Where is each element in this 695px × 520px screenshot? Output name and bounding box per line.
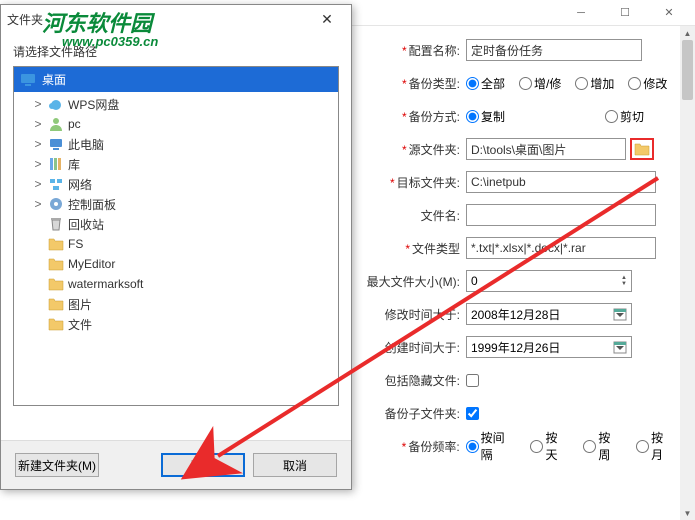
dialog-close-button[interactable]: ✕ <box>309 7 345 31</box>
folder-icon <box>48 296 64 312</box>
folder-tree[interactable]: 桌面 >WPS网盘>pc>此电脑>库>网络>控制面板回收站FSMyEditorw… <box>13 66 339 406</box>
folder-icon <box>48 236 64 252</box>
expand-icon[interactable]: > <box>32 197 44 211</box>
config-form: *配置名称: *备份类型: 全部 增/修 增加 修改 *备份方式: 复制 剪切 … <box>360 30 695 520</box>
backup-type-label: *备份类型: <box>364 75 460 92</box>
maximize-button[interactable]: ☐ <box>603 0 647 26</box>
radio-day[interactable]: 按天 <box>530 429 569 463</box>
tree-item[interactable]: FS <box>14 234 338 254</box>
tree-item[interactable]: > 网络 <box>14 174 338 194</box>
config-name-label: *配置名称: <box>364 42 460 59</box>
tree-item[interactable]: >库 <box>14 154 338 174</box>
tree-item-label: MyEditor <box>68 257 115 271</box>
radio-copy[interactable]: 复制 <box>466 108 505 125</box>
watermark-url: www.pc0359.cn <box>62 34 158 49</box>
radio-all[interactable]: 全部 <box>466 75 505 92</box>
radio-month[interactable]: 按月 <box>636 429 675 463</box>
radio-add[interactable]: 增加 <box>575 75 614 92</box>
tree-root-desktop[interactable]: 桌面 <box>14 67 338 92</box>
tree-item-label: FS <box>68 237 83 251</box>
tree-item-label: 图片 <box>68 296 92 313</box>
tree-item-label: 控制面板 <box>68 196 116 213</box>
radio-mod[interactable]: 修改 <box>628 75 667 92</box>
tree-item[interactable]: > 此电脑 <box>14 134 338 154</box>
folder-icon <box>48 256 64 272</box>
desktop-icon <box>20 72 36 88</box>
cloud-icon <box>48 96 64 112</box>
net-icon <box>48 176 64 192</box>
minimize-button[interactable]: ─ <box>559 0 603 26</box>
close-button[interactable]: ✕ <box>647 0 691 26</box>
backup-freq-label: *备份频率: <box>364 438 460 455</box>
trash-icon <box>48 216 64 232</box>
maxsize-input[interactable]: 0 ▲▼ <box>466 270 632 292</box>
lib-icon <box>48 156 64 172</box>
tree-item-label: WPS网盘 <box>68 96 119 113</box>
include-hidden-label: 包括隐藏文件: <box>364 372 460 389</box>
folder-icon <box>634 142 650 156</box>
created-after-label: 创建时间大于: <box>364 339 460 356</box>
filetype-input[interactable] <box>466 237 656 259</box>
calendar-icon <box>613 307 627 321</box>
tree-item[interactable]: > 控制面板 <box>14 194 338 214</box>
tree-item-label: pc <box>68 117 81 131</box>
radio-addmod[interactable]: 增/修 <box>519 75 561 92</box>
tree-item-label: 此电脑 <box>68 136 104 153</box>
tree-item[interactable]: 回收站 <box>14 214 338 234</box>
radio-cut[interactable]: 剪切 <box>605 108 644 125</box>
backup-subfolders-checkbox[interactable] <box>466 407 481 420</box>
tree-item-label: 文件 <box>68 316 92 333</box>
source-folder-input[interactable] <box>466 138 626 160</box>
expand-icon[interactable]: > <box>32 117 44 131</box>
new-folder-button[interactable]: 新建文件夹(M) <box>15 453 99 477</box>
tree-item-label: watermarksoft <box>68 277 143 291</box>
folder-icon <box>48 276 64 292</box>
backup-freq-group: 按间隔 按天 按周 按月 <box>466 429 685 463</box>
cancel-button[interactable]: 取消 <box>253 453 337 477</box>
expand-icon[interactable]: > <box>32 137 44 151</box>
created-after-input[interactable]: 1999年12月26日 <box>466 336 632 358</box>
calendar-icon <box>613 340 627 354</box>
ctrl-icon <box>48 196 64 212</box>
filename-label: 文件名: <box>364 207 460 224</box>
expand-icon[interactable]: > <box>32 177 44 191</box>
browse-source-button[interactable] <box>630 138 654 160</box>
tree-item[interactable]: > WPS网盘 <box>14 94 338 114</box>
source-folder-label: *源文件夹: <box>364 141 460 158</box>
backup-type-group: 全部 增/修 增加 修改 <box>466 75 677 92</box>
tree-item[interactable]: 文件 <box>14 314 338 334</box>
folder-browser-dialog: 文件夹 ✕ 请选择文件路径 桌面 >WPS网盘>pc>此电脑>库>网络>控制面板… <box>0 4 352 490</box>
tree-item-label: 网络 <box>68 176 92 193</box>
backup-subfolders-label: 备份子文件夹: <box>364 405 460 422</box>
backup-method-label: *备份方式: <box>364 108 460 125</box>
tree-item[interactable]: MyEditor <box>14 254 338 274</box>
include-hidden-checkbox[interactable] <box>466 374 481 387</box>
tree-item[interactable]: watermarksoft <box>14 274 338 294</box>
modified-after-input[interactable]: 2008年12月28日 <box>466 303 632 325</box>
tree-item-label: 回收站 <box>68 216 104 233</box>
tree-item[interactable]: > pc <box>14 114 338 134</box>
modified-after-label: 修改时间大于: <box>364 306 460 323</box>
ok-button[interactable]: 确定 <box>161 453 245 477</box>
filename-input[interactable] <box>466 204 656 226</box>
radio-week[interactable]: 按周 <box>583 429 622 463</box>
expand-icon[interactable]: > <box>32 157 44 171</box>
filetype-label: *文件类型 <box>364 240 460 257</box>
tree-item[interactable]: 图片 <box>14 294 338 314</box>
dialog-button-bar: 新建文件夹(M) 确定 取消 <box>1 440 351 489</box>
radio-interval[interactable]: 按间隔 <box>466 429 517 463</box>
user-icon <box>48 116 64 132</box>
tree-item-label: 库 <box>68 156 80 173</box>
expand-icon[interactable]: > <box>32 97 44 111</box>
maxsize-label: 最大文件大小(M): <box>364 273 460 290</box>
target-folder-label: *目标文件夹: <box>364 174 460 191</box>
folder-icon <box>48 316 64 332</box>
target-folder-input[interactable] <box>466 171 656 193</box>
pc-icon <box>48 136 64 152</box>
config-name-input[interactable] <box>466 39 642 61</box>
